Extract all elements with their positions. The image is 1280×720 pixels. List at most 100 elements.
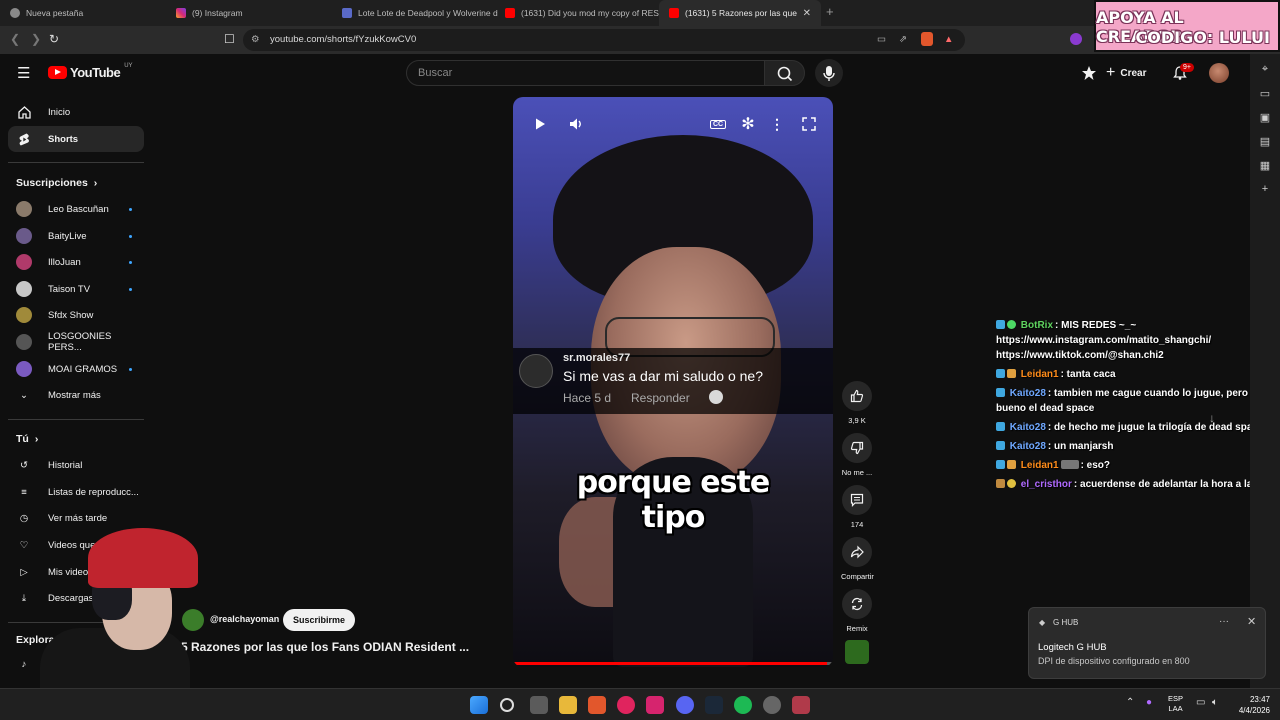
more-horiz-icon[interactable]: ···	[1219, 616, 1229, 627]
search-button[interactable]	[764, 60, 805, 86]
search-input[interactable]	[407, 61, 764, 85]
obs-icon[interactable]	[763, 696, 781, 714]
like-count: 3,9 K	[848, 416, 866, 425]
scroll-down-arrow-icon[interactable]: ↓	[1209, 411, 1215, 425]
menu-icon[interactable]: ☰	[17, 64, 30, 82]
video-title[interactable]: 5 Razones por las que los Fans ODIAN Res…	[181, 640, 469, 654]
share-icon[interactable]: ⇗	[899, 34, 907, 45]
address-bar-row: ❮ ❯ ↻ ☐ ⚙ youtube.com/shorts/fYzukKowCV0…	[0, 26, 1280, 54]
share-button[interactable]	[842, 537, 872, 567]
screen-icon[interactable]: ▭	[877, 34, 886, 45]
steam-icon[interactable]	[705, 696, 723, 714]
add-panel-icon[interactable]: +	[1258, 182, 1272, 196]
rewards-icon[interactable]: ▲	[944, 34, 953, 45]
remix-button[interactable]	[842, 589, 872, 619]
sidebar-item-historial[interactable]: ↺ Historial	[8, 452, 144, 478]
audio-source-thumbnail[interactable]	[845, 640, 869, 664]
tab-active-shorts[interactable]: (1631) 5 Razones por las que los ✕	[659, 0, 821, 26]
more-options-button[interactable]: ⋮	[764, 111, 790, 137]
bookmarks-icon[interactable]: ▦	[1258, 158, 1272, 172]
settings-button[interactable]: ✻	[735, 111, 761, 137]
volume-button[interactable]	[563, 111, 589, 137]
bookmark-icon[interactable]: ☐	[224, 32, 235, 46]
voice-search-button[interactable]	[815, 59, 843, 87]
app-icon[interactable]	[792, 696, 810, 714]
spotify-icon[interactable]	[734, 696, 752, 714]
sidebar-item-inicio[interactable]: Inicio	[8, 99, 144, 125]
sidebar-item-show-more[interactable]: ⌄ Mostrar más	[8, 382, 144, 408]
remix-action[interactable]: Remix	[841, 589, 873, 633]
clock-time: 23:47	[1249, 695, 1270, 704]
subscribe-button[interactable]: Suscribirme	[283, 609, 356, 631]
subscriptions-heading[interactable]: Suscripciones ›	[16, 177, 97, 189]
sidebar-item-subscription[interactable]: Taison TV	[8, 276, 144, 302]
shorts-create-icon[interactable]	[1081, 65, 1097, 81]
tab-title: (1631) 5 Razones por las que los	[685, 8, 797, 18]
sidebar-item-subscription[interactable]: LOSGOONIES PERS...	[8, 329, 144, 355]
forward-icon[interactable]: ❯	[31, 32, 41, 46]
comments-action[interactable]: 174	[841, 485, 873, 529]
sidebar-item-playlists[interactable]: ≡ Listas de reproducc...	[8, 479, 144, 505]
chevron-up-icon[interactable]: ⌃	[1126, 697, 1134, 708]
close-tab-icon[interactable]: ✕	[803, 8, 811, 19]
comments-button[interactable]	[842, 485, 872, 515]
reload-icon[interactable]: ↻	[49, 32, 59, 46]
fullscreen-icon	[802, 117, 816, 131]
media-player-icon[interactable]	[617, 696, 635, 714]
windows-start-icon[interactable]	[470, 696, 488, 714]
site-info-icon[interactable]: ⚙	[251, 34, 260, 45]
discord-icon[interactable]	[676, 696, 694, 714]
sidebar-item-subscription[interactable]: MOAI GRAMOS	[8, 356, 144, 382]
dislike-button[interactable]	[842, 433, 872, 463]
sidebar-item-subscription[interactable]: BaityLive	[8, 223, 144, 249]
mic-tray-icon[interactable]: ●	[1146, 697, 1152, 708]
system-clock[interactable]: 23:47 4/4/2026	[1230, 694, 1270, 716]
network-icon[interactable]: ▭	[1196, 697, 1205, 708]
notification-app-name: G HUB	[1053, 618, 1079, 627]
sidebar-item-shorts[interactable]: Shorts	[8, 126, 144, 152]
file-explorer-icon[interactable]	[559, 696, 577, 714]
speaker-icon[interactable]: 🔈︎	[1212, 697, 1218, 708]
close-icon[interactable]: ✕	[1247, 615, 1256, 628]
captions-button[interactable]: CC	[705, 111, 731, 137]
youtube-logo[interactable]: YouTube UY	[48, 63, 133, 80]
taskbar-search-icon[interactable]	[500, 698, 514, 712]
create-button[interactable]: + Crear	[1106, 62, 1146, 84]
tab-nueva-pestana[interactable]: Nueva pestaña	[0, 0, 166, 26]
like-action[interactable]: 3,9 K	[841, 381, 873, 425]
input-language[interactable]: ESP LAA	[1168, 694, 1183, 714]
system-notification[interactable]: ◆ G HUB ··· ✕ Logitech G HUB DPI de disp…	[1028, 607, 1266, 679]
shorts-player[interactable]: CC ✻ ⋮ sr.morales77᠌᠌᠌᠌᠌᠌᠌ Si me vas a d…	[513, 97, 833, 667]
new-content-dot	[129, 234, 132, 238]
adobe-icon[interactable]	[646, 696, 664, 714]
sidebar-item-subscription[interactable]: Leo Bascuñan	[8, 196, 144, 222]
panel-icon[interactable]: ▭	[1258, 86, 1272, 100]
fullscreen-button[interactable]	[796, 111, 822, 137]
task-view-icon[interactable]	[530, 696, 548, 714]
pin-icon[interactable]: ⌖	[1258, 62, 1272, 76]
dislike-action[interactable]: No me ...	[841, 433, 873, 477]
you-heading[interactable]: Tú ›	[16, 433, 38, 445]
video-progress-bar[interactable]	[513, 662, 833, 665]
url-field[interactable]: ⚙ youtube.com/shorts/fYzukKowCV0 ▭ ⇗ ▲	[243, 29, 965, 51]
chat-badge-icon	[996, 479, 1005, 488]
share-action[interactable]: Compartir	[841, 537, 874, 581]
tab-resi[interactable]: (1631) Did you mod my copy of RESI	[495, 0, 661, 26]
back-icon[interactable]: ❮	[10, 32, 20, 46]
sidebar-item-subscription[interactable]: IlloJuan	[8, 249, 144, 275]
like-button[interactable]	[842, 381, 872, 411]
extension-icon[interactable]	[1070, 33, 1082, 45]
brave-browser-icon[interactable]	[588, 696, 606, 714]
play-button[interactable]	[527, 111, 553, 137]
tab-deadpool[interactable]: Lote Lote de Deadpool y Wolverine d	[332, 0, 498, 26]
brave-shield-icon[interactable]	[921, 32, 933, 46]
keyboard-layout: LAA	[1168, 704, 1183, 713]
wallet-icon[interactable]: ▣	[1258, 110, 1272, 124]
account-avatar[interactable]	[1209, 63, 1229, 83]
new-tab-icon[interactable]: +	[826, 4, 834, 19]
channel-name[interactable]: @realchayoman	[210, 614, 279, 624]
sidebar-item-subscription[interactable]: Sfdx Show	[8, 302, 144, 328]
page-icon	[342, 8, 352, 18]
reading-list-icon[interactable]: ▤	[1258, 134, 1272, 148]
tab-instagram[interactable]: (9) Instagram	[166, 0, 332, 26]
